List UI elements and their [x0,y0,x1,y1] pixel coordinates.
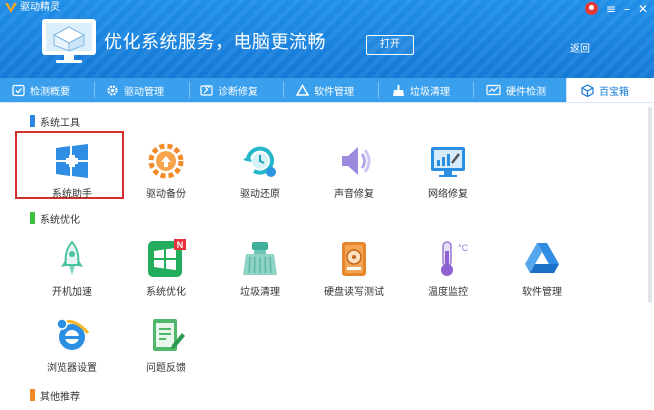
window-controls: ≡ – ✕ [584,2,648,15]
tab-label: 驱动管理 [124,86,164,98]
clock-restore-icon [243,146,276,177]
section-marker [30,115,35,127]
tool-browser-settings[interactable]: 浏览器设置 [32,315,112,374]
tool-label: 系统优化 [146,287,186,298]
tab-driver-manage[interactable]: 驱动管理 [106,78,164,102]
tool-feedback[interactable]: 问题反馈 [126,315,206,374]
feedback-note-icon [153,319,185,351]
tool-driver-restore[interactable]: 驱动还原 [220,141,300,200]
broom-icon [393,84,404,96]
tool-disk-test[interactable]: 硬盘读写测试 [314,239,394,298]
content-scrollbar[interactable] [648,107,652,303]
menu-icon[interactable]: ≡ [606,3,616,15]
rocket-icon [61,240,83,275]
skin-icon[interactable] [584,2,598,15]
tool-label: 垃圾清理 [240,287,280,298]
tool-label: 温度监控 [428,287,468,298]
section-marker [30,389,35,401]
network-monitor-icon [431,147,465,177]
section-marker [30,212,35,224]
tool-label: 浏览器设置 [47,363,97,374]
tab-detect-summary[interactable]: 检测概要 [12,78,70,102]
tool-driver-backup[interactable]: 驱动备份 [126,141,206,200]
section-system-optimize: 系统优化 [30,211,80,226]
header-pattern [0,0,654,78]
cube-icon [581,83,594,97]
section-title: 其他推荐 [40,391,80,403]
tool-boot-speedup[interactable]: 开机加速 [32,239,112,298]
tab-label: 软件管理 [314,86,354,98]
chart-monitor-icon [486,84,501,95]
tab-divider [378,82,379,98]
minimize-icon[interactable]: – [624,3,630,15]
section-title: 系统优化 [40,214,80,226]
wrench-icon [200,84,213,96]
tool-label: 软件管理 [522,287,562,298]
hard-disk-icon [342,242,366,276]
tool-label: 系统助手 [52,189,92,200]
thermometer-icon: °C [441,241,468,276]
tab-label: 百宝箱 [599,86,629,98]
tool-sound-repair[interactable]: 声音修复 [314,141,394,200]
back-link[interactable]: 返回 [570,40,590,55]
toolbox-content: 系统工具 系统助手 驱动备份 驱动还原 声音修复 网络修复 系统优化 开机加速 … [0,103,654,410]
tab-junk-clean[interactable]: 垃圾清理 [392,78,450,102]
tool-label: 开机加速 [52,287,92,298]
tool-label: 驱动备份 [146,189,186,200]
tool-software-manage[interactable]: 软件管理 [502,239,582,298]
section-title: 系统工具 [40,117,80,129]
gear-icon [107,84,118,96]
tool-system-helper[interactable]: 系统助手 [32,141,112,200]
tool-label: 硬盘读写测试 [324,287,384,298]
tool-label: 网络修复 [428,189,468,200]
tab-divider [94,82,95,98]
tab-label: 硬件检测 [506,86,546,98]
tool-label: 驱动还原 [240,189,280,200]
triangle-app-icon [525,243,559,273]
slogan-text: 优化系统服务，电脑更流畅 [104,32,326,53]
system-optimize-icon: N [148,239,186,277]
app-header: 驱动精灵 ≡ – ✕ 优化系统服务，电脑更流畅 打开 返回 [0,0,654,78]
tab-divider [473,82,474,98]
windows-logo-icon [56,144,88,178]
tool-junk-clean[interactable]: 垃圾清理 [220,239,300,298]
tab-hardware-detect[interactable]: 硬件检测 [486,78,546,102]
tab-label: 垃圾清理 [410,86,450,98]
monitor-box-icon [42,19,96,63]
main-tabbar: 检测概要 驱动管理 诊断修复 软件管理 垃圾清理 硬件检测 百宝箱 [0,78,654,103]
tool-label: 声音修复 [334,189,374,200]
tab-divider [283,82,284,98]
tab-label: 检测概要 [30,86,70,98]
tab-divider [189,82,190,98]
tool-temp-monitor[interactable]: °C 温度监控 [408,239,488,298]
section-other-recommend: 其他推荐 [30,388,80,403]
tab-diagnose-repair[interactable]: 诊断修复 [200,78,258,102]
app-logo-icon [5,3,17,13]
new-badge: N [177,240,184,250]
tab-software-manage[interactable]: 软件管理 [296,78,354,102]
monitor-check-icon [12,84,25,96]
svg-text:°C: °C [458,243,468,253]
tool-network-repair[interactable]: 网络修复 [408,141,488,200]
tool-system-optimize[interactable]: N 系统优化 [126,239,206,298]
open-button[interactable]: 打开 [366,35,414,55]
triangle-app-icon [296,83,309,96]
gear-backup-icon [148,143,184,179]
tool-label: 问题反馈 [146,363,186,374]
browser-ie-icon [56,318,90,350]
close-icon[interactable]: ✕ [638,3,648,15]
speaker-icon [342,147,371,175]
section-system-tools: 系统工具 [30,114,80,129]
tab-toolbox[interactable]: 百宝箱 [566,78,654,102]
app-title: 驱动精灵 [20,2,60,13]
broom-clean-icon [243,242,277,275]
tab-label: 诊断修复 [218,86,258,98]
